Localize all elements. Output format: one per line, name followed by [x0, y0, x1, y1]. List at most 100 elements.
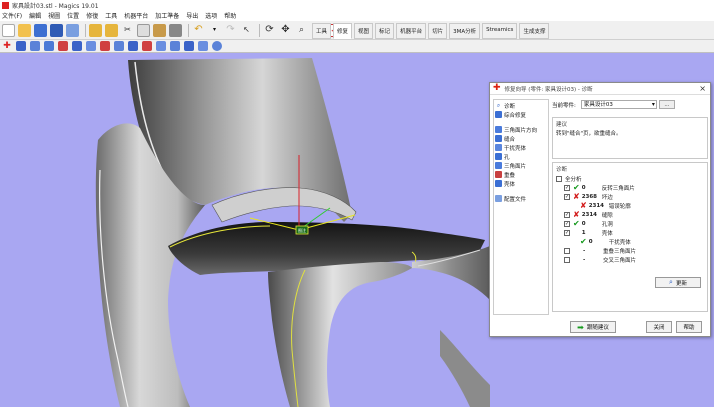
diag-row-bad-contours[interactable]: ✘ 2314 错误轮廓: [556, 201, 704, 210]
wrap-icon[interactable]: [114, 41, 124, 51]
part-options-button[interactable]: …: [658, 100, 675, 109]
dialog-title-bar[interactable]: ✚ 修复向导 (零件: 家具设计03) - 诊断 ×: [490, 83, 710, 95]
tab-mark[interactable]: 标记: [375, 23, 395, 39]
nav-item-overview[interactable]: 综合修复: [495, 110, 547, 119]
overview-icon: [495, 111, 502, 118]
nav-item-noise-shells[interactable]: 干扰壳体: [495, 143, 547, 152]
nav-item-holes[interactable]: 孔: [495, 152, 547, 161]
row-checkbox[interactable]: [564, 256, 570, 263]
shrink-icon[interactable]: [198, 41, 208, 51]
current-part-select[interactable]: 家具设计03: [580, 100, 657, 109]
fill-hole-icon[interactable]: [58, 41, 68, 51]
triangle-icon[interactable]: [86, 41, 96, 51]
row-checkbox[interactable]: ✓: [564, 229, 570, 236]
noise-shell-icon[interactable]: [100, 41, 110, 51]
boolean-icon[interactable]: [170, 41, 180, 51]
open-project-icon[interactable]: [89, 23, 102, 37]
diag-row-inverted-triangles[interactable]: ✓ ✔ 0 反转三角面片: [556, 183, 704, 192]
nav-item-stitch[interactable]: 缝合: [495, 134, 547, 143]
copy-icon[interactable]: [137, 23, 150, 37]
tab-generate-support[interactable]: 生成支撑: [519, 23, 550, 39]
cut-icon[interactable]: ✂: [121, 24, 134, 37]
tab-3ma-analysis[interactable]: 3MA分析: [449, 23, 481, 39]
unify-normals-icon[interactable]: [30, 41, 40, 51]
menu-export[interactable]: 导出: [186, 11, 198, 20]
nav-label: 干扰壳体: [504, 145, 527, 152]
print-icon[interactable]: [169, 23, 182, 37]
nav-item-shells[interactable]: 壳体: [495, 179, 547, 188]
full-analysis-row[interactable]: 全分析: [556, 174, 704, 183]
save-all-icon[interactable]: [50, 23, 63, 37]
update-label: 更新: [675, 280, 687, 287]
new-file-icon[interactable]: [2, 23, 15, 37]
full-analysis-checkbox[interactable]: [556, 175, 562, 182]
axis-origin-label: 图注: [298, 227, 306, 233]
help-button[interactable]: 帮助: [676, 321, 702, 333]
row-checkbox[interactable]: [564, 247, 570, 254]
row-label: 反转三角面片: [601, 185, 635, 192]
row-label: 孔洞: [601, 221, 613, 228]
row-count: 1: [581, 229, 586, 236]
menu-build-prep[interactable]: 加工準备: [155, 11, 179, 20]
tab-tools[interactable]: 工具: [312, 23, 332, 39]
ok-check-icon: ✔: [573, 218, 580, 228]
menu-edit[interactable]: 編輯: [29, 11, 41, 20]
save-icon[interactable]: [34, 23, 47, 37]
intersect-icon[interactable]: [142, 41, 152, 51]
row-label: 缝隙: [601, 212, 613, 219]
diag-row-noise-shells[interactable]: ✔ 0 干扰壳体: [556, 237, 704, 246]
menu-position[interactable]: 位置: [67, 11, 79, 20]
diagnostics-group: 诊断 全分析 ✓ ✔ 0 反转三角面片 ✓ ✘ 2368 坏边 ✘ 2314 错…: [552, 162, 708, 312]
menu-help[interactable]: 帮助: [224, 11, 236, 20]
import-icon[interactable]: [66, 23, 79, 37]
rotate-icon[interactable]: ⟳: [263, 24, 276, 37]
diag-row-bad-edges[interactable]: ✓ ✘ 2368 坏边: [556, 192, 704, 201]
nav-item-triangles[interactable]: 三角面片: [495, 161, 547, 170]
overlap-icon[interactable]: [128, 41, 138, 51]
nav-item-overlap[interactable]: 重叠: [495, 170, 547, 179]
close-icon[interactable]: ×: [699, 84, 706, 93]
stitch-icon[interactable]: [44, 41, 54, 51]
undo-icon[interactable]: ↶: [192, 24, 205, 37]
hollow-icon[interactable]: [184, 41, 194, 51]
menu-fix[interactable]: 修復: [86, 11, 98, 20]
zoom-icon[interactable]: ⌕: [295, 24, 308, 37]
auto-fix-icon[interactable]: [16, 41, 26, 51]
sphere-icon[interactable]: [212, 41, 222, 51]
row-checkbox[interactable]: ✓: [564, 193, 570, 200]
diag-row-shells[interactable]: ✓ ✔ 1 壳体: [556, 228, 704, 237]
save-project-icon[interactable]: [105, 23, 118, 37]
diag-row-overlapping[interactable]: - 重叠三角面片: [556, 246, 704, 255]
selection-icon[interactable]: ↖: [240, 24, 253, 37]
tab-view[interactable]: 视图: [354, 23, 374, 39]
fix-wizard-red-icon[interactable]: ✚: [2, 41, 12, 51]
chevron-down-icon[interactable]: ▾: [208, 24, 221, 37]
menu-file[interactable]: 文件(F): [2, 11, 22, 20]
menu-machine-platform[interactable]: 机器平台: [124, 11, 148, 20]
diag-row-gaps[interactable]: ✓ ✘ 2314 缝隙: [556, 210, 704, 219]
tab-streamics[interactable]: Streamics: [482, 23, 518, 39]
nav-item-normals[interactable]: 三角面片方向: [495, 125, 547, 134]
row-checkbox[interactable]: ✓: [564, 184, 570, 191]
diag-row-holes[interactable]: ✓ ✔ 0 孔洞: [556, 219, 704, 228]
tab-machine-platform[interactable]: 机器平台: [396, 23, 427, 39]
paste-icon[interactable]: [153, 23, 166, 37]
redo-icon[interactable]: ↷: [224, 24, 237, 37]
smooth-icon[interactable]: [156, 41, 166, 51]
shell-icon[interactable]: [72, 41, 82, 51]
open-folder-icon[interactable]: [18, 23, 31, 37]
row-checkbox[interactable]: ✓: [564, 220, 570, 227]
menu-view[interactable]: 視圖: [48, 11, 60, 20]
follow-advice-button[interactable]: ➡ 跟随建议: [570, 321, 616, 333]
diag-row-intersecting[interactable]: - 交叉三角面片: [556, 255, 704, 264]
update-button[interactable]: ⌕ 更新: [655, 277, 701, 288]
nav-item-diagnostics[interactable]: ⌕ 诊断: [495, 101, 547, 110]
row-checkbox[interactable]: ✓: [564, 211, 570, 218]
tab-fix[interactable]: 修复: [333, 23, 353, 39]
tab-slice[interactable]: 切片: [428, 23, 448, 39]
close-button[interactable]: 关闭: [646, 321, 672, 333]
menu-tools[interactable]: 工具: [105, 11, 117, 20]
menu-options[interactable]: 选项: [205, 11, 217, 20]
pan-icon[interactable]: ✥: [279, 24, 292, 37]
nav-item-profile[interactable]: 配置文件: [495, 194, 547, 203]
